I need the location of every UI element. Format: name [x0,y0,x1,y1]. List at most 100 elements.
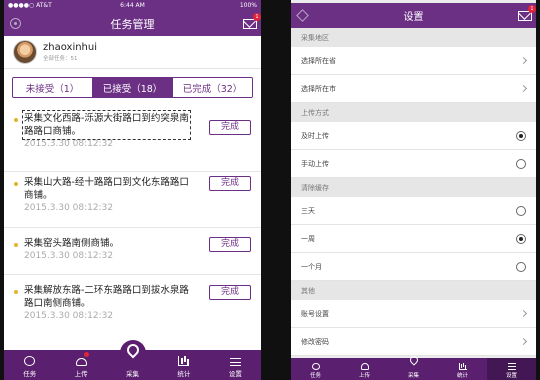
user-profile: zhaoxinhui 全部任务：51 [4,36,261,69]
location-target-button[interactable] [4,11,26,36]
tab-label: 设置 [228,370,242,378]
tab-tasks[interactable]: 任务 [4,350,55,380]
tab-label: 上传 [74,370,88,378]
chevron-right-icon [519,84,528,93]
settings-icon [507,363,516,370]
tab-collect[interactable]: 采集 [389,354,438,380]
cache-one-week-option[interactable]: 一周 [291,225,536,253]
bullet-dot [14,243,18,247]
target-icon [9,18,21,29]
task-management-screen: ●●●●○ AT&T 6:44 AM 100% 任务管理 1 zhaoxinhu… [4,0,261,380]
tab-statistics[interactable]: 统计 [438,358,487,380]
tab-label: 上传 [358,373,370,379]
tab-completed[interactable]: 已完成（32） [173,78,252,97]
clock-label: 6:44 AM [120,2,145,9]
bullet-dot [14,182,18,186]
chevron-right-icon [519,56,528,65]
tab-settings[interactable]: 设置 [487,358,536,380]
bottom-tab-bar: 任务 上传 采集 统计 设置 [4,340,261,380]
row-label: 及时上传 [301,131,329,140]
diamond-icon [295,9,309,22]
change-password-row[interactable]: 修改密码 [291,328,536,356]
upload-badge [83,352,89,357]
radio-button[interactable] [516,233,526,244]
task-description: 采集解放东路-二环东路路口到拔水泉路路口南侧商铺。 [24,285,189,309]
tab-label: 设置 [505,373,517,379]
section-header-other: 其他 [291,281,536,300]
tab-upload[interactable]: 上传 [340,358,389,380]
row-label: 修改密码 [301,337,329,346]
task-description: 采集窑头路南侧商铺。 [24,238,120,249]
tab-statistics[interactable]: 统计 [158,350,209,380]
tab-label: 任务 [309,373,321,379]
row-label: 手动上传 [301,159,329,168]
username: zhaoxinhui [43,42,98,53]
tab-upload[interactable]: 上传 [55,350,106,380]
row-label: 一个月 [301,262,322,271]
complete-button[interactable]: 完成 [209,176,251,191]
screenshot-stage: ●●●●○ AT&T 6:44 AM 100% 任务管理 1 zhaoxinhu… [0,0,540,380]
back-button[interactable] [291,3,313,28]
tab-accepted[interactable]: 已接受（18） [93,78,173,97]
complete-button[interactable]: 完成 [209,285,251,300]
complete-button[interactable]: 完成 [209,120,251,135]
header-bar: 任务管理 1 [4,11,261,36]
chart-icon [178,356,190,366]
settings-screen: 设置 1 采集地区 选择所在省 选择所在市 上传方式 及时上传 手动上传 清除缓… [291,0,536,380]
cache-one-month-option[interactable]: 一个月 [291,253,536,281]
settings-icon [229,358,241,366]
row-label: 选择所在省 [301,56,336,65]
list-item[interactable]: 采集解放东路-二环东路路口到拔水泉路路口南侧商铺。 2015.3.30 08:1… [4,275,261,335]
chevron-right-icon [519,337,528,346]
row-label: 一周 [301,234,315,243]
account-settings-row[interactable]: 账号设置 [291,300,536,328]
tab-label: 采集 [407,373,419,379]
upload-manual-option[interactable]: 手动上传 [291,150,536,178]
task-description: 采集山大路-经十路路口到文化东路路口商铺。 [24,177,189,201]
row-label: 三天 [301,206,315,215]
upload-immediate-option[interactable]: 及时上传 [291,122,536,150]
task-list: 采集文化西路-泺源大街路口到约突泉南路路口商铺。 2015.3.30 08:12… [4,110,261,335]
task-description: 采集文化西路-泺源大街路口到约突泉南路路口商铺。 [22,110,191,140]
mail-badge: 1 [253,13,261,21]
tab-label: 任务 [23,370,37,378]
row-label: 账号设置 [301,309,329,318]
radio-button[interactable] [516,158,526,169]
task-time: 2015.3.30 08:12:32 [24,139,114,149]
chart-icon [458,363,467,370]
task-status-segmented-control: 未接受（1） 已接受（18） 已完成（32） [12,77,253,98]
bullet-dot [14,118,18,122]
tab-not-accepted[interactable]: 未接受（1） [13,78,93,97]
radio-button[interactable] [516,261,526,272]
tab-settings[interactable]: 设置 [210,350,261,380]
tab-tasks[interactable]: 任务 [291,358,340,380]
task-time: 2015.3.30 08:12:32 [24,203,114,213]
cloud-upload-icon [75,358,87,366]
cloud-upload-icon [360,363,369,370]
radio-button[interactable] [516,130,526,141]
section-header-upload: 上传方式 [291,103,536,122]
section-header-area: 采集地区 [291,28,536,47]
section-header-cache: 清除缓存 [291,178,536,197]
mail-badge: 1 [528,5,536,13]
cache-three-days-option[interactable]: 三天 [291,197,536,225]
select-city-row[interactable]: 选择所在市 [291,75,536,103]
list-item[interactable]: 采集山大路-经十路路口到文化东路路口商铺。 2015.3.30 08:12:32… [4,172,261,228]
row-label: 选择所在市 [301,84,336,93]
tab-collect[interactable]: 采集 [107,340,158,380]
tab-label: 统计 [177,370,191,378]
chevron-right-icon [519,309,528,318]
complete-button[interactable]: 完成 [209,237,251,252]
task-time: 2015.3.30 08:12:32 [24,311,114,321]
page-title: 任务管理 [110,17,155,31]
user-icon [311,363,320,370]
status-bar: ●●●●○ AT&T 6:44 AM 100% [4,0,261,11]
select-province-row[interactable]: 选择所在省 [291,47,536,75]
list-item[interactable]: 采集文化西路-泺源大街路口到约突泉南路路口商铺。 2015.3.30 08:12… [4,110,261,172]
page-title: 设置 [403,12,424,23]
messages-button[interactable]: 1 [239,11,261,36]
location-pin-icon [407,354,420,366]
radio-button[interactable] [516,205,526,216]
list-item[interactable]: 采集窑头路南侧商铺。 2015.3.30 08:12:32 完成 [4,228,261,275]
messages-button[interactable]: 1 [514,3,536,28]
